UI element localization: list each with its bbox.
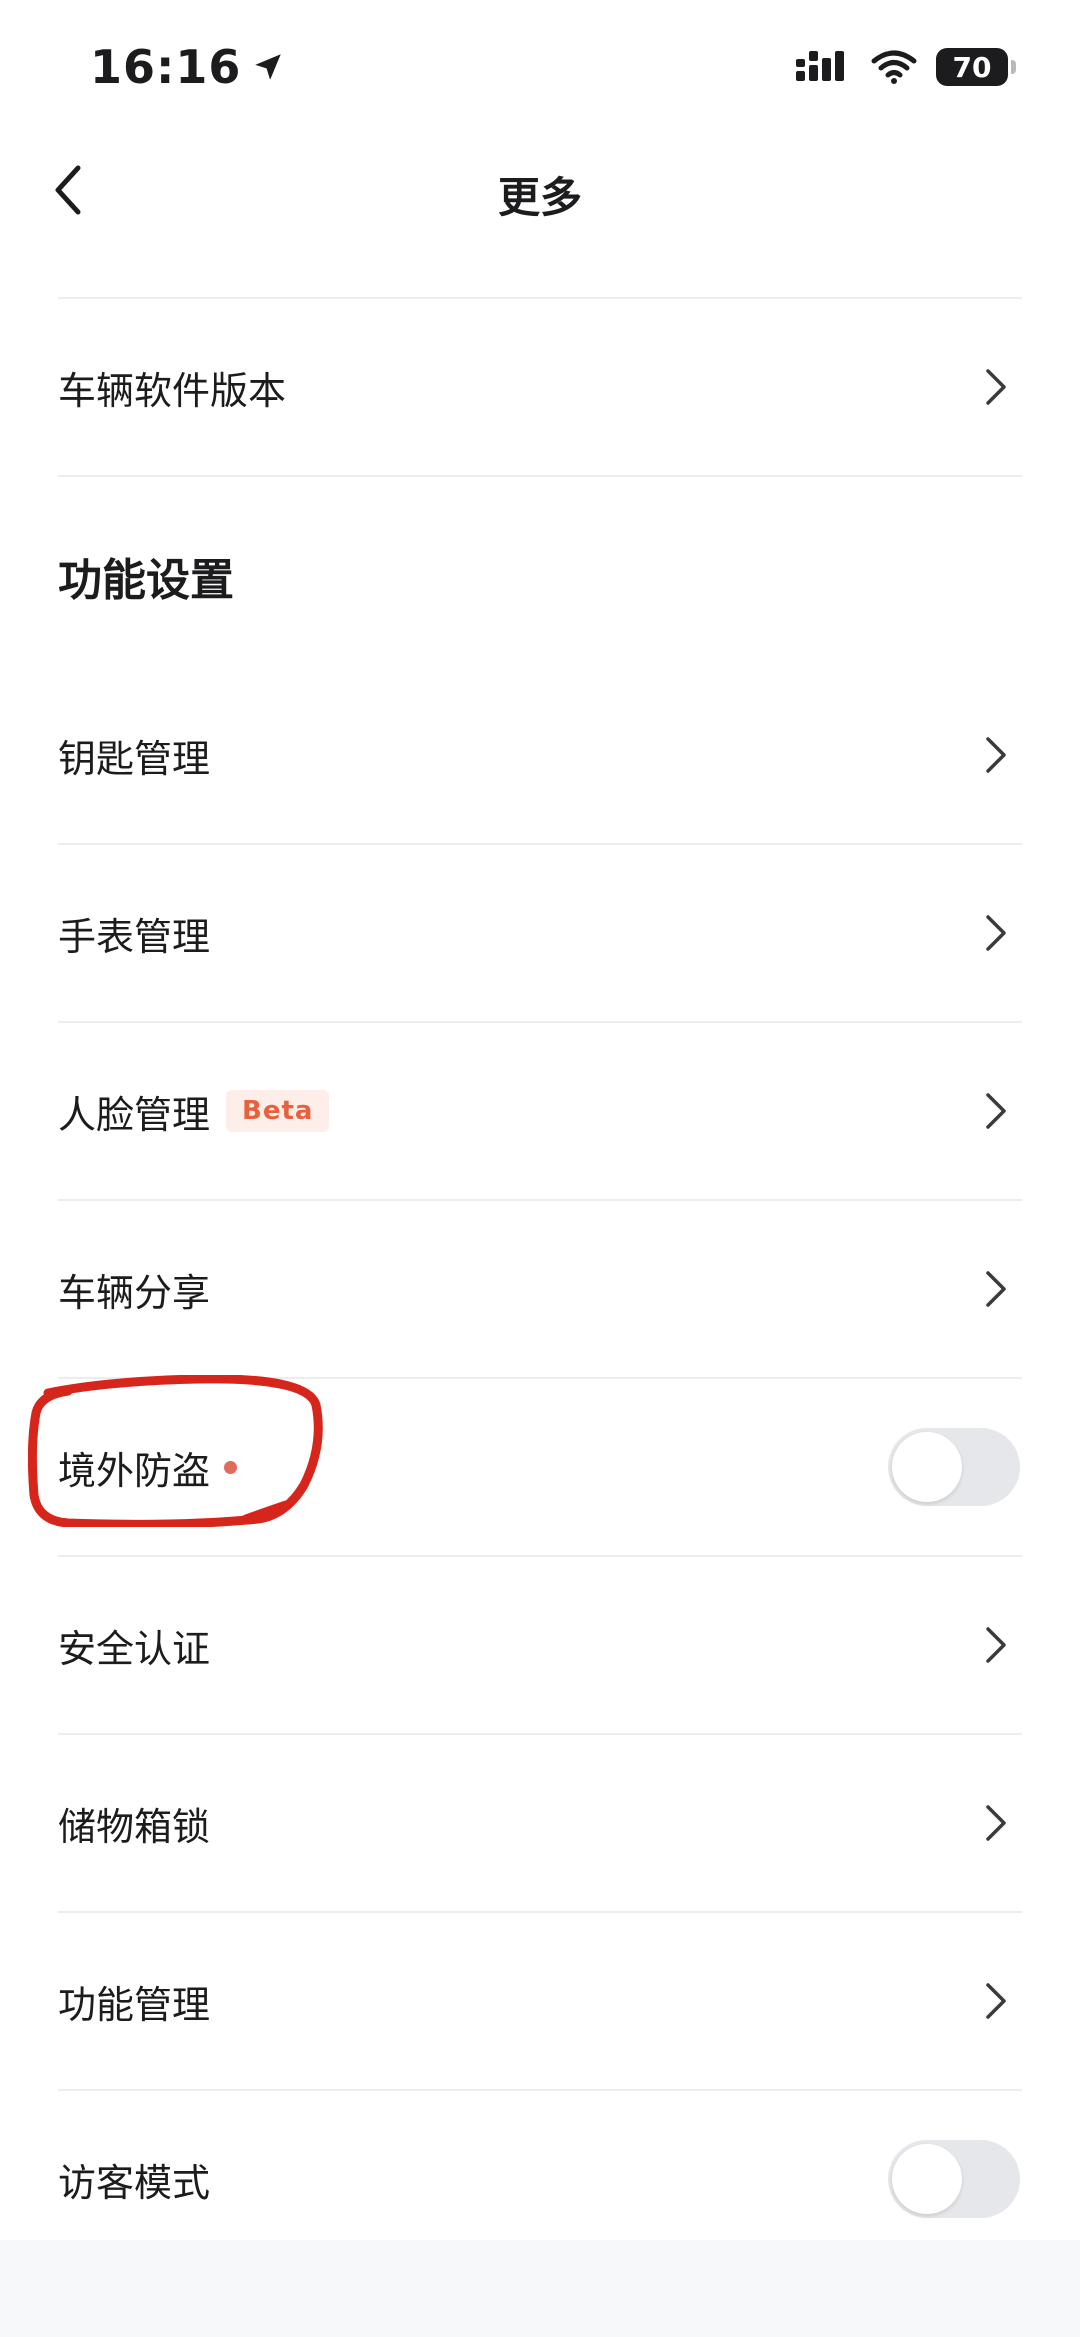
status-icons: 70 <box>796 48 1016 86</box>
chevron-right-icon <box>976 1803 1016 1843</box>
chevron-right-icon <box>976 735 1016 775</box>
status-bar: 16:16 70 <box>0 0 1080 140</box>
location-arrow-icon <box>255 54 282 80</box>
row-label: 访客模式 <box>58 2160 211 2205</box>
row-glovebox-lock[interactable]: 储物箱锁 <box>58 1735 1022 1911</box>
row-face-management[interactable]: 人脸管理 Beta <box>58 1023 1022 1199</box>
chevron-right-icon <box>976 367 1016 407</box>
battery-level: 70 <box>952 50 992 84</box>
row-label: 境外防盗 <box>58 1448 211 1493</box>
chevron-right-icon <box>976 1625 1016 1665</box>
row-label: 储物箱锁 <box>58 1804 211 1849</box>
row-feature-management[interactable]: 功能管理 <box>58 1913 1022 2089</box>
section-header: 功能设置 <box>58 555 234 606</box>
chevron-right-icon <box>976 1981 1016 2021</box>
chevron-right-icon <box>976 913 1016 953</box>
row-label: 安全认证 <box>58 1626 211 1671</box>
screen: 16:16 70 更多 车辆软件版本 功能设置 钥匙管理 手表管理 人脸管理 B… <box>0 0 1080 2337</box>
row-watch-management[interactable]: 手表管理 <box>58 845 1022 1021</box>
beta-badge: Beta <box>226 1090 330 1132</box>
row-vehicle-sharing[interactable]: 车辆分享 <box>58 1201 1022 1377</box>
row-label: 手表管理 <box>58 914 211 959</box>
guest-mode-toggle[interactable] <box>888 2140 1020 2218</box>
battery-indicator: 70 <box>936 48 1016 86</box>
status-time: 16:16 <box>90 40 285 94</box>
row-overseas-anti-theft: 境外防盗 <box>58 1379 1022 1555</box>
row-label: 车辆分享 <box>58 1270 211 1315</box>
chevron-right-icon <box>976 1269 1016 1309</box>
toggle-knob <box>892 2144 962 2214</box>
row-vehicle-software-version[interactable]: 车辆软件版本 <box>58 299 1022 475</box>
row-label: 钥匙管理 <box>58 736 211 781</box>
row-security-verification[interactable]: 安全认证 <box>58 1557 1022 1733</box>
row-key-management[interactable]: 钥匙管理 <box>58 667 1022 843</box>
row-label: 功能管理 <box>58 1982 211 2027</box>
chevron-right-icon <box>976 1091 1016 1131</box>
overseas-anti-theft-toggle[interactable] <box>888 1428 1020 1506</box>
nav-bar: 更多 <box>0 140 1080 240</box>
row-label: 人脸管理 <box>58 1092 211 1137</box>
cellular-signal-icon <box>796 51 844 81</box>
wifi-icon <box>871 50 917 84</box>
status-time-text: 16:16 <box>90 40 242 94</box>
toggle-knob <box>892 1432 962 1502</box>
page-title: 更多 <box>497 173 582 222</box>
row-label: 车辆软件版本 <box>58 368 287 413</box>
bottom-area <box>0 2240 1080 2337</box>
new-indicator-dot <box>224 1460 238 1474</box>
settings-list: 车辆软件版本 功能设置 钥匙管理 手表管理 人脸管理 Beta 车辆分享 境外防… <box>58 297 1022 2269</box>
